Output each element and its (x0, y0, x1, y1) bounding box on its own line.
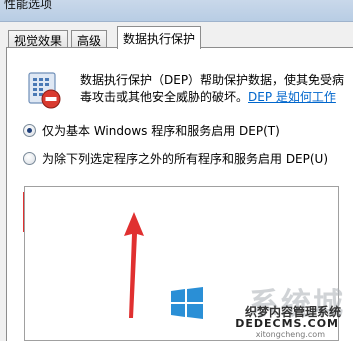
dep-shield-icon (28, 72, 61, 109)
watermark-sub2: DEDECMS.COM (235, 317, 339, 330)
radio-basic-dep[interactable] (23, 123, 36, 137)
option-all-dep[interactable]: 为除下列选定程序之外的所有程序和服务启用 DEP(U) (23, 149, 328, 167)
radio-all-dep[interactable] (23, 151, 36, 165)
red-arrow-annotation (124, 212, 144, 318)
watermark-sub3: xitongcheng.com (255, 330, 325, 339)
dep-description: 数据执行保护（DEP）帮助保护数据，使其免受病毒攻击或其他安全威胁的破坏。DEP… (80, 72, 352, 106)
watermark: 系统城 织梦内容管理系统 DEDECMS.COM xitongcheng.com (171, 277, 347, 339)
dep-help-link[interactable]: DEP 是如何工作 (248, 90, 336, 104)
option-basic-dep-label: 仅为基本 Windows 程序和服务启用 DEP(T) (42, 123, 280, 138)
tab-visual-effects[interactable]: 视觉效果 (8, 30, 69, 48)
watermark-logo-icon (171, 287, 203, 319)
title-bar: 性能选项 (0, 0, 353, 22)
tab-dep[interactable]: 数据执行保护 (117, 26, 202, 49)
window-title: 性能选项 (4, 0, 53, 11)
option-basic-dep[interactable]: 仅为基本 Windows 程序和服务启用 DEP(T) (23, 121, 280, 139)
option-all-dep-label: 为除下列选定程序之外的所有程序和服务启用 DEP(U) (42, 151, 329, 166)
tab-advanced[interactable]: 高级 (71, 30, 108, 48)
tab-strip: 视觉效果 高级 数据执行保护 (0, 22, 353, 49)
